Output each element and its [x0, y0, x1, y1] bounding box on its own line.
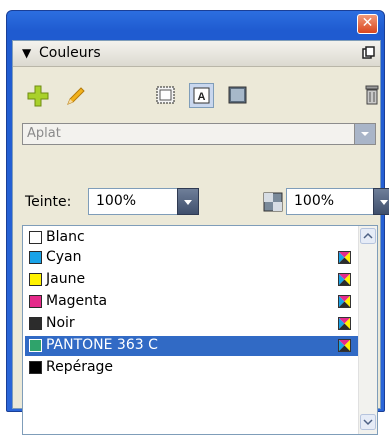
tint-dropdown-button[interactable] [177, 188, 199, 215]
swatch-chip [29, 339, 42, 352]
list-item[interactable]: Magenta [25, 292, 359, 312]
list-item[interactable]: Cyan [25, 248, 359, 268]
tint-field[interactable]: 100% [88, 188, 199, 215]
list-item[interactable]: Noir [25, 314, 359, 334]
list-item[interactable]: PANTONE 363 C [25, 336, 359, 356]
svg-text:A: A [198, 91, 206, 103]
swatch-chip [29, 361, 42, 374]
cmyk-process-icon [338, 273, 351, 286]
fill-type-select[interactable]: Aplat [22, 123, 376, 145]
scroll-up-icon[interactable] [360, 228, 376, 244]
cmyk-process-icon [338, 295, 351, 308]
panel-title: Couleurs [39, 45, 101, 61]
swatch-name: Blanc [46, 229, 85, 245]
swatch-list: Blanc Cyan Jaune Magenta Noir PANTONE 36… [22, 225, 378, 435]
swatch-chip [29, 231, 42, 244]
swatch-chip [29, 251, 42, 264]
collapse-triangle-icon[interactable]: ▼ [22, 47, 31, 59]
cmyk-process-icon [338, 251, 351, 264]
swatch-chip [29, 273, 42, 286]
scroll-down-icon[interactable] [360, 414, 376, 430]
list-item[interactable]: Jaune [25, 270, 359, 290]
text-toggle-button[interactable]: A [189, 83, 214, 108]
list-item[interactable]: Repérage [25, 358, 359, 378]
swatch-name: PANTONE 363 C [46, 337, 158, 353]
cmyk-process-icon [338, 317, 351, 330]
fill-type-value: Aplat [27, 126, 61, 141]
close-button[interactable]: ✕ [357, 14, 378, 34]
colors-panel: ▼ Couleurs A Aplat Teinte: 100% 100% Bla… [12, 40, 389, 435]
swatch-name: Noir [46, 315, 75, 331]
tint-value[interactable]: 100% [96, 193, 136, 209]
tint-label: Teinte: [25, 194, 72, 210]
swatch-chip [29, 317, 42, 330]
opacity-value[interactable]: 100% [294, 193, 334, 209]
swatch-name: Jaune [46, 271, 86, 287]
text-icon: A [193, 87, 210, 104]
opacity-dropdown-button[interactable] [373, 188, 389, 215]
trash-icon[interactable] [365, 85, 379, 105]
list-item[interactable]: Blanc [25, 228, 359, 248]
fill-icon[interactable] [155, 85, 176, 105]
chevron-down-icon[interactable] [354, 124, 375, 144]
chevron-down-icon [380, 200, 388, 205]
vertical-scrollbar[interactable] [358, 226, 377, 434]
chevron-down-icon [184, 200, 192, 205]
opacity-icon [263, 192, 283, 212]
stroke-icon[interactable] [227, 85, 248, 105]
add-swatch-icon[interactable] [27, 85, 49, 107]
swatch-name: Cyan [46, 249, 82, 265]
opacity-field[interactable]: 100% [286, 188, 389, 215]
panel-menu-icon[interactable] [362, 46, 375, 59]
cmyk-process-icon [338, 339, 351, 352]
panel-header[interactable]: ▼ Couleurs [13, 41, 380, 67]
edit-swatch-icon[interactable] [65, 85, 87, 107]
swatch-name: Magenta [46, 293, 108, 309]
swatch-chip [29, 295, 42, 308]
panel-window: ✕ ▼ Couleurs A Aplat Teinte: 100% 100% B… [6, 10, 389, 435]
swatch-name: Repérage [46, 359, 114, 375]
